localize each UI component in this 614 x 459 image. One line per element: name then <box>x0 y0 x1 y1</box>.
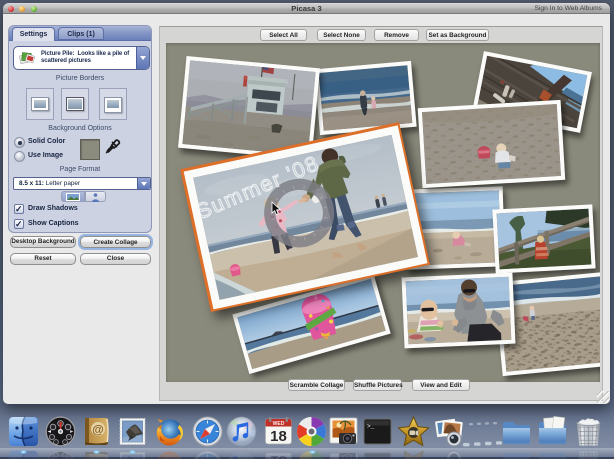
svg-text:WED: WED <box>272 421 284 427</box>
svg-text:@: @ <box>92 423 104 437</box>
svg-text:18: 18 <box>270 428 287 445</box>
svg-text:>_: >_ <box>367 423 375 430</box>
